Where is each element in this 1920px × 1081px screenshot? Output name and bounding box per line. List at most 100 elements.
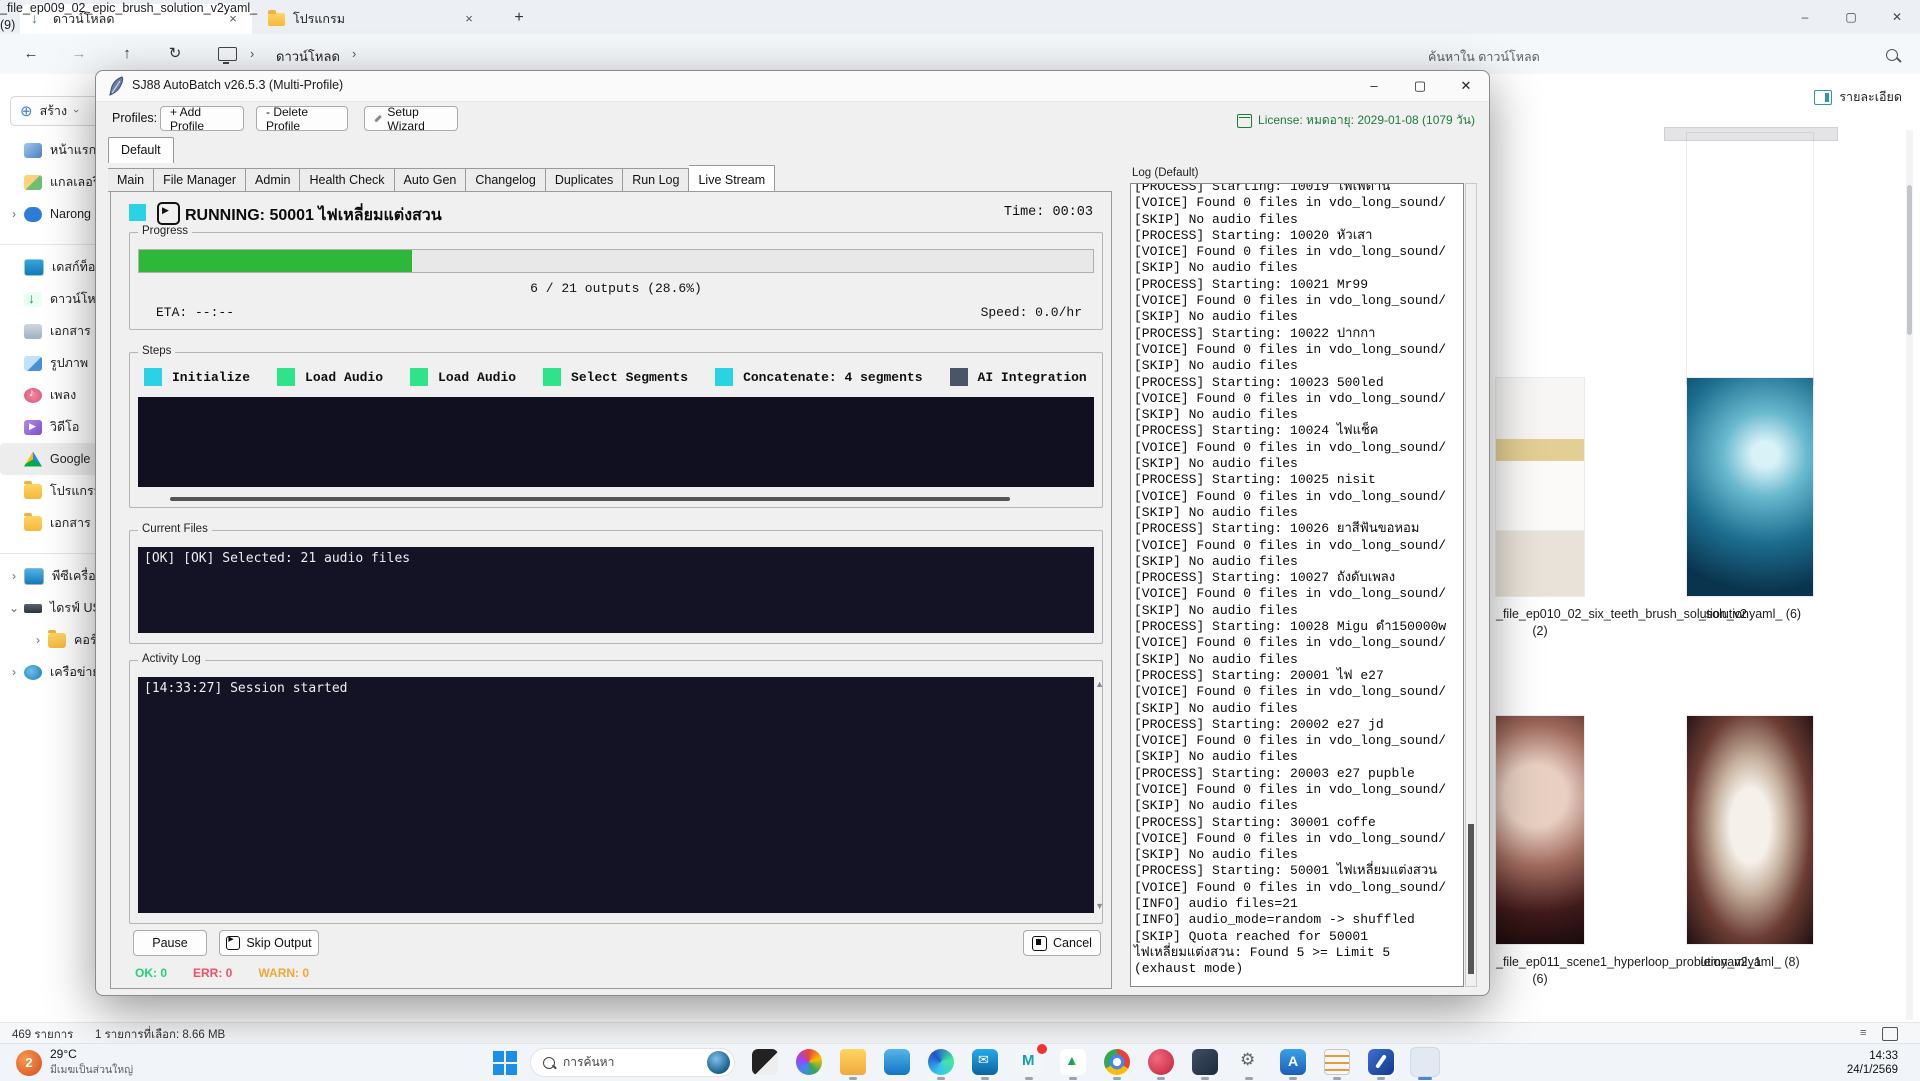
snipping-tool-icon[interactable] [1190,1047,1220,1077]
google-drive-icon[interactable] [1058,1047,1088,1077]
back-button[interactable]: ← [18,41,44,67]
search-icon[interactable] [1886,49,1898,61]
file-thumbnail[interactable] [1687,716,1813,944]
store-icon[interactable] [882,1047,912,1077]
sidebar-item[interactable]: เพลง [0,379,95,411]
sidebar-item[interactable] [0,539,95,554]
close-window-button[interactable]: ✕ [1874,0,1920,34]
sidebar-item[interactable]: Google [0,443,95,475]
refresh-button[interactable]: ↻ [162,41,188,67]
sidebar-item[interactable]: ดาวน์โหลด [0,283,95,315]
details-view-button[interactable]: รายละเอียด [1814,87,1902,107]
setup-wizard-button[interactable]: Setup Wizard [364,106,458,131]
chevron-icon[interactable]: › [6,665,22,679]
sidebar-item[interactable] [0,230,95,245]
chevron-icon[interactable]: › [30,633,46,647]
scrollbar[interactable] [1906,130,1913,1020]
list-view-icon[interactable] [1860,1027,1874,1039]
mail-icon[interactable] [1014,1047,1044,1077]
weather-widget[interactable]: 2 29°C มีเมฆเป็นส่วนใหญ่ [16,1047,133,1078]
sidebar-item[interactable]: › คอร์สติ [0,624,95,656]
notebook-tab[interactable]: Run Log [623,168,689,192]
current-files-terminal[interactable]: [OK] [OK] Selected: 21 audio files [138,547,1094,633]
step-chip: Initialize [144,365,250,389]
paint-icon[interactable] [794,1047,824,1077]
file-thumbnail[interactable] [1496,716,1584,944]
close-icon[interactable] [460,10,478,28]
close-button[interactable]: ✕ [1443,71,1489,101]
add-profile-button[interactable]: + Add Profile [160,106,244,131]
up-button[interactable]: ↑ [114,41,140,67]
edge-icon[interactable] [926,1047,956,1077]
profiles-label: Profiles: [112,111,157,125]
forward-button[interactable]: → [66,41,92,67]
chrome-icon[interactable] [1102,1047,1132,1077]
notebook-tab[interactable]: Health Check [300,168,394,192]
activity-log-terminal[interactable]: [14:33:27] Session started [138,677,1094,913]
notebook-tab[interactable]: Duplicates [546,168,623,192]
sidebar-item[interactable]: เดสก์ท็อป [0,251,95,283]
log-scrollbar-thumb[interactable] [1468,824,1474,974]
autobatch-app-icon[interactable] [1410,1047,1440,1077]
log-scrollbar[interactable] [1465,183,1477,987]
sidebar-item[interactable]: แกลเลอรี [0,166,95,198]
file-thumbnail[interactable] [1496,378,1584,596]
sidebar-item[interactable]: โปรแกรม [0,475,95,507]
title-bar[interactable]: SJ88 AutoBatch v26.5.3 (Multi-Profile) –… [96,71,1489,102]
notebook-tab[interactable]: Auto Gen [395,168,467,192]
sidebar-item[interactable]: ⌄ ไดรฟ์ US [0,592,95,624]
chevron-icon[interactable]: ⌄ [6,601,22,615]
sidebar-item[interactable]: หน้าแรก [0,134,95,166]
skip-output-button[interactable]: Skip Output [219,930,319,956]
search-input[interactable]: ค้นหาใน ดาวน์โหลด [1428,47,1540,67]
file-explorer-icon[interactable] [838,1047,868,1077]
sidebar-item-label: เอกสาร [50,513,91,533]
this-pc-icon[interactable] [218,47,237,61]
horizontal-scrollbar[interactable] [170,497,1010,501]
pause-button[interactable]: Pause [133,930,207,956]
notes-app-icon[interactable] [1322,1047,1352,1077]
pen-app-icon[interactable] [1366,1047,1396,1077]
pdf-app-icon[interactable] [1146,1047,1176,1077]
delete-profile-button[interactable]: - Delete Profile [256,106,348,131]
sidebar-item[interactable]: เอกสาร [0,507,95,539]
sidebar-item[interactable]: › เครือข่าย [0,656,95,688]
restore-window-button[interactable]: ▢ [1828,0,1874,34]
notebook-tab[interactable]: Changelog [466,168,545,192]
photos-legacy-icon[interactable] [750,1047,780,1077]
profile-tab-default[interactable]: Default [108,137,174,163]
chevron-icon[interactable]: › [6,569,22,583]
scrollbar-thumb[interactable] [1907,185,1912,335]
blue-a-app-icon[interactable] [1278,1047,1308,1077]
search-daily-image[interactable] [707,1051,730,1074]
sidebar-item[interactable]: รูปภาพ [0,347,95,379]
file-thumbnail[interactable] [1687,133,1813,385]
log-panel[interactable]: [PROCESS] Starting: 10019 ไฟเพดาน [VOICE… [1130,183,1464,987]
minimize-button[interactable]: – [1351,71,1397,101]
notebook-tab[interactable]: File Manager [154,168,246,192]
sidebar-item[interactable]: › Narong [0,198,95,230]
breadcrumb[interactable]: ดาวน์โหลด [276,46,340,67]
scroll-up-icon[interactable]: ▲ [1095,679,1104,689]
minimize-window-button[interactable]: – [1782,0,1828,34]
scroll-down-icon[interactable]: ▼ [1095,901,1104,911]
sidebar-item[interactable]: เอกสาร [0,315,95,347]
taskbar-search[interactable]: การค้นหา [530,1048,735,1077]
taskbar-clock[interactable]: 14:33 24/1/2569 [1847,1049,1898,1077]
explorer-tab-programs[interactable]: โปรแกรม [258,4,488,34]
file-thumbnail[interactable] [1687,378,1813,596]
sidebar-item[interactable]: วิดีโอ [0,411,95,443]
cancel-button[interactable]: Cancel [1023,930,1101,956]
notebook-tab[interactable]: Admin [246,168,300,192]
notebook-tab[interactable]: Main [108,168,154,192]
thumbnail-view-icon[interactable] [1882,1027,1898,1041]
notebook-tab[interactable]: Live Stream [689,165,775,192]
outlook-icon[interactable] [970,1047,1000,1077]
new-tab-button[interactable] [506,6,532,30]
settings-icon[interactable] [1234,1047,1264,1077]
start-button[interactable] [492,1050,518,1076]
new-button[interactable]: สร้าง [10,96,95,126]
sidebar-item[interactable]: › พีซีเครื่อง [0,560,95,592]
chevron-icon[interactable]: › [6,207,22,221]
maximize-button[interactable]: ▢ [1397,71,1443,101]
